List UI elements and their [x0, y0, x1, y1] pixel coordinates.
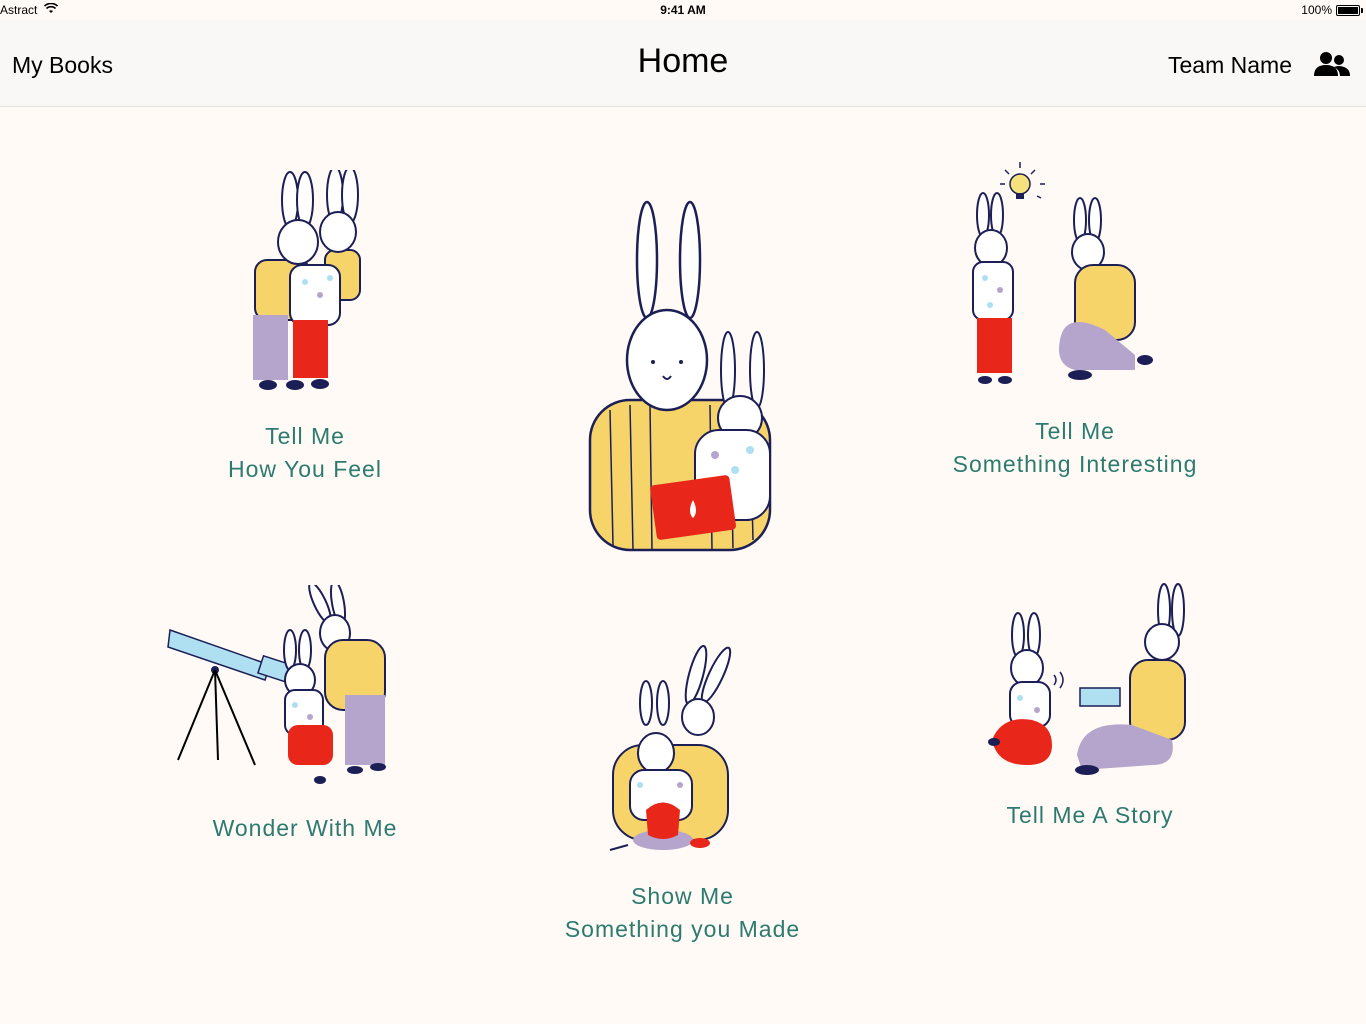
idea-bunnies-illustration [972, 162, 1153, 384]
tile-tell-me-a-story[interactable]: Tell Me A Story [960, 575, 1220, 835]
page-title: Home [637, 42, 729, 80]
tile-label-line1: Show Me [631, 883, 734, 909]
tile-label-line2: How You Feel [228, 456, 382, 482]
status-time: 9:41 AM [660, 3, 706, 17]
battery-percent: 100% [1301, 3, 1332, 17]
tile-wonder-with-me[interactable]: Wonder With Me [160, 580, 450, 850]
tile-tell-me-something-interesting[interactable]: Tell Me Something Interesting [940, 155, 1210, 485]
status-bar: Astract 9:41 AM 100% [0, 0, 1366, 20]
team-name-button[interactable]: Team Name [1168, 52, 1292, 79]
hugging-bunnies-illustration [253, 170, 361, 390]
tile-label-line1: Tell Me A Story [1006, 802, 1174, 828]
tile-label-line2: Something Interesting [952, 451, 1198, 477]
tile-label-line1: Wonder With Me [212, 815, 398, 841]
team-icon[interactable] [1312, 50, 1352, 80]
nav-bar: My Books Home Team Name [0, 20, 1366, 107]
tile-label-line1: Tell Me [1035, 418, 1115, 444]
crafting-bunnies-illustration [609, 645, 732, 851]
battery-icon [1336, 5, 1363, 16]
tile-label-line1: Tell Me [265, 423, 345, 449]
tile-label-line2: Something you Made [564, 916, 801, 942]
tile-tell-me-how-you-feel[interactable]: Tell Me How You Feel [200, 160, 410, 500]
storytelling-bunnies-illustration [988, 583, 1186, 775]
tile-show-me-something-you-made[interactable]: Show Me Something you Made [540, 640, 825, 950]
parent-child-tablet-illustration [588, 200, 772, 552]
telescope-bunnies-illustration [167, 585, 386, 784]
